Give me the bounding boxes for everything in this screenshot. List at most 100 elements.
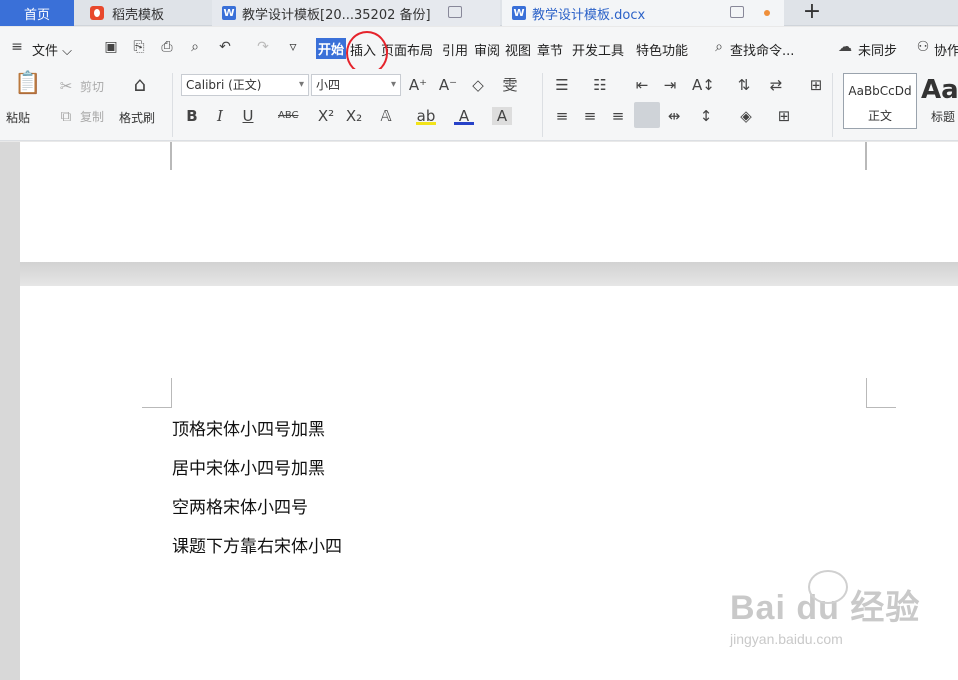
crop-mark <box>170 142 172 170</box>
baidu-paw-icon <box>808 570 848 604</box>
tab-backup-label: 教学设计模板[20...35202 备份] <box>242 7 431 23</box>
format-painter-icon[interactable]: ⌂ <box>128 74 152 99</box>
numbered-list-icon[interactable]: ☷ <box>590 76 610 94</box>
style-normal-sample: AaBbCcDd <box>848 84 912 98</box>
document-paragraph[interactable]: 顶格宋体小四号加黑 <box>172 415 325 440</box>
tab-backup-document[interactable]: W 教学设计模板[20...35202 备份] <box>212 0 500 26</box>
document-paragraph[interactable]: 空两格宋体小四号 <box>172 493 308 518</box>
page-gap <box>20 262 958 286</box>
cut-scissors-icon[interactable]: ✂ <box>56 77 76 95</box>
table-icon[interactable]: ⊞ <box>806 76 826 94</box>
crop-mark <box>866 378 896 408</box>
ribbon-divider <box>172 73 173 137</box>
customize-toolbar-icon[interactable]: ▿ <box>284 38 302 56</box>
text-direction-icon[interactable]: A↕ <box>692 76 715 94</box>
menu-tab-review[interactable]: 审阅 <box>474 40 500 59</box>
increase-font-icon[interactable]: A⁺ <box>408 76 428 94</box>
file-menu-label: 文件 <box>32 44 59 59</box>
tab-active-document[interactable]: W 教学设计模板.docx <box>502 0 784 26</box>
baidu-watermark: Bai du 经验 jingyan.baidu.com <box>730 570 920 647</box>
phonetic-guide-icon[interactable]: 雯 <box>500 76 520 94</box>
sync-status[interactable]: 未同步 <box>858 40 897 59</box>
sort-icon[interactable]: ⇅ <box>734 76 754 94</box>
style-heading[interactable]: Aa 标题 <box>919 73 958 129</box>
tab-docer-label: 稻壳模板 <box>112 7 165 23</box>
monitor-icon[interactable] <box>730 6 744 18</box>
menu-tab-home[interactable]: 开始 <box>316 38 347 59</box>
ribbon-divider <box>542 73 543 137</box>
menu-tab-page-layout[interactable]: 页面布局 <box>381 40 433 59</box>
style-heading-label: 标题 <box>931 110 956 124</box>
tab-docer-templates[interactable]: 稻壳模板 <box>80 0 206 26</box>
paste-clipboard-icon[interactable]: 📋 <box>14 73 41 101</box>
document-paragraph[interactable]: 课题下方靠右宋体小四 <box>172 532 342 557</box>
italic-icon[interactable]: I <box>210 107 230 125</box>
align-right-icon[interactable]: ≡ <box>608 107 628 125</box>
search-icon: ⌕ <box>715 39 723 55</box>
underline-icon[interactable]: U <box>238 107 258 125</box>
undo-icon[interactable]: ↶ <box>216 38 234 56</box>
document-page-previous[interactable] <box>20 142 958 262</box>
superscript-icon[interactable]: X² <box>316 107 336 125</box>
font-size-select[interactable]: 小四 <box>311 74 401 96</box>
collab-user-icon: ⚇ <box>916 39 930 55</box>
print-icon[interactable]: ⎙ <box>158 38 176 56</box>
export-pdf-icon[interactable]: ⎘ <box>130 38 148 56</box>
decrease-font-icon[interactable]: A⁻ <box>438 76 458 94</box>
font-size-value: 小四 <box>316 78 341 92</box>
menu-tab-references[interactable]: 引用 <box>442 40 468 59</box>
cut-button[interactable]: 剪切 <box>80 78 104 95</box>
menu-row: ≡ 文件 ⌵ ▣ ⎘ ⎙ ⌕ ↶ ↷ ▿ 开始 插入 页面布局 引用 审阅 视图… <box>0 27 958 69</box>
copy-icon[interactable]: ⧉ <box>56 107 76 125</box>
print-preview-icon[interactable]: ⌕ <box>186 38 204 56</box>
copy-button[interactable]: 复制 <box>80 108 104 125</box>
strikethrough-icon[interactable]: ABC <box>278 107 299 125</box>
monitor-icon[interactable] <box>448 6 462 18</box>
tab-home-label: 首页 <box>23 7 50 23</box>
subscript-icon[interactable]: X₂ <box>344 107 364 125</box>
style-normal[interactable]: AaBbCcDd 正文 <box>843 73 917 129</box>
crop-mark <box>142 378 172 408</box>
file-menu[interactable]: 文件 ⌵ <box>32 40 72 59</box>
menu-tab-special-features[interactable]: 特色功能 <box>636 40 688 59</box>
character-shading-icon[interactable]: A <box>492 107 512 125</box>
align-left-icon[interactable]: ≡ <box>552 107 572 125</box>
line-spacing-icon[interactable]: ↕ <box>696 107 716 125</box>
show-hide-marks-icon[interactable]: ⇄ <box>766 76 786 94</box>
format-painter-button[interactable]: 格式刷 <box>119 109 155 126</box>
distributed-align-icon[interactable]: ⇹ <box>664 107 684 125</box>
highlight-color-icon[interactable]: ab <box>416 107 436 125</box>
unsaved-dot-icon <box>764 10 770 16</box>
justify-active-indicator <box>634 102 660 128</box>
bullet-list-icon[interactable]: ☰ <box>552 76 572 94</box>
font-family-select[interactable]: Calibri (正文) <box>181 74 309 96</box>
save-icon[interactable]: ▣ <box>102 38 120 56</box>
tab-active-label: 教学设计模板.docx <box>532 7 646 23</box>
hamburger-menu-icon[interactable]: ≡ <box>8 38 26 56</box>
menu-tab-view[interactable]: 视图 <box>505 40 531 59</box>
word-doc-icon: W <box>222 6 236 20</box>
align-center-icon[interactable]: ≡ <box>580 107 600 125</box>
menu-tab-chapter[interactable]: 章节 <box>537 40 563 59</box>
bold-icon[interactable]: B <box>182 107 202 125</box>
font-family-value: Calibri (正文) <box>186 78 262 92</box>
tab-home[interactable]: 首页 <box>0 0 74 26</box>
cloud-sync-icon: ☁ <box>838 39 852 55</box>
left-ruler-strip <box>0 142 20 680</box>
decrease-indent-icon[interactable]: ⇤ <box>632 76 652 94</box>
menu-tab-developer[interactable]: 开发工具 <box>572 40 624 59</box>
ribbon-toolbar: 📋 粘贴 ✂ 剪切 ⧉ 复制 ⌂ 格式刷 Calibri (正文) 小四 A⁺ … <box>0 69 958 141</box>
paste-button[interactable]: 粘贴 <box>6 109 30 126</box>
clear-format-eraser-icon[interactable]: ◇ <box>468 76 488 94</box>
document-paragraph[interactable]: 居中宋体小四号加黑 <box>172 454 325 479</box>
increase-indent-icon[interactable]: ⇥ <box>660 76 680 94</box>
search-command-input[interactable]: 查找命令... <box>730 40 794 59</box>
font-color-icon[interactable]: A <box>454 107 474 125</box>
collab-button[interactable]: 协作 <box>934 40 958 59</box>
new-tab-plus-icon[interactable]: + <box>800 0 824 26</box>
borders-icon[interactable]: ⊞ <box>774 107 794 125</box>
redo-icon[interactable]: ↷ <box>254 38 272 56</box>
word-doc-icon: W <box>512 6 526 20</box>
shading-bucket-icon[interactable]: ◈ <box>736 107 756 125</box>
text-effect-icon[interactable]: 𝔸 <box>376 107 396 125</box>
